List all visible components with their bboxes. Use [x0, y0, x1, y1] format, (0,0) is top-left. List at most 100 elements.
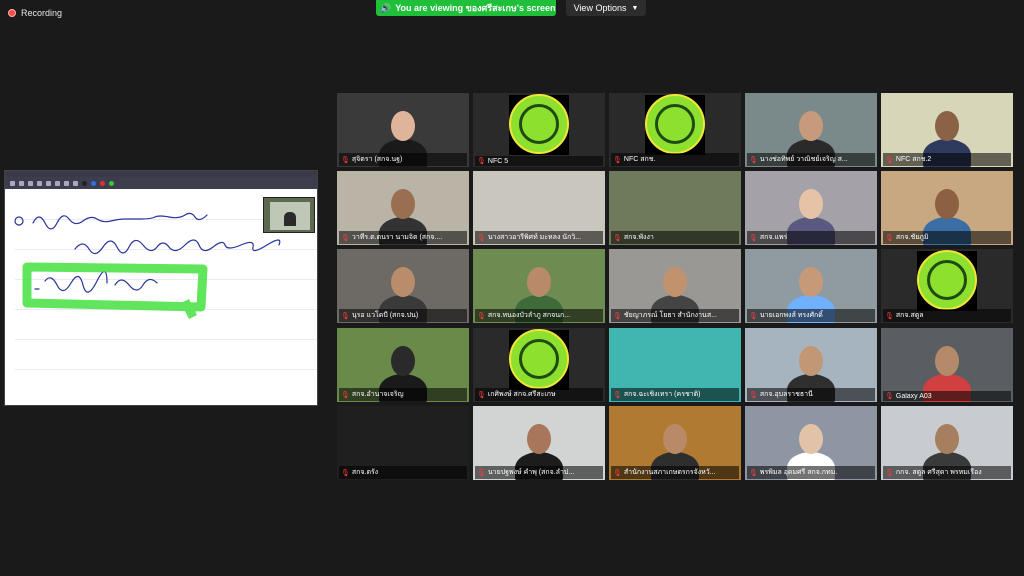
participant-tile[interactable]: 🎙 สกจ.ตรัง: [337, 406, 469, 480]
mic-muted-icon: 🎙: [749, 391, 758, 399]
participant-name: วาทีร.ต.ตนรา นามจิต (สกจ....: [351, 234, 443, 241]
participant-name: นางสาวอารีพิศท์ มะหลง นักวิ...: [487, 234, 582, 241]
highlighter-icon: [73, 180, 78, 186]
participant-name: สกจ.อุบลราชธานี: [759, 391, 813, 398]
profile-picture: [645, 93, 705, 155]
participant-name: กกจ. สตูล ศรีสุดา พรหมเรือง: [895, 469, 982, 476]
participant-tile[interactable]: 🎙 ชัยญาภรณ์ โยธา สำนักงานส...: [609, 249, 741, 323]
shared-screen[interactable]: [4, 170, 318, 406]
participant-name-label: 🎙 NFC 5: [475, 156, 603, 166]
participant-name: นุรอ แวโดบี (สกจ.ปน): [351, 312, 419, 319]
participant-face: [935, 424, 959, 454]
participant-name-label: 🎙 พรพิมล อุดมศรี สกจ.กทม.: [747, 466, 875, 479]
participant-tile[interactable]: 🎙 สกจ.ชัยภูมิ: [881, 171, 1013, 245]
participant-name-label: 🎙 สุจิตรา (สกจ.นฐ): [339, 153, 467, 166]
presenter-thumbnail: [263, 197, 315, 233]
participant-tile[interactable]: 🎙 สุจิตรา (สกจ.นฐ): [337, 93, 469, 167]
participant-tile[interactable]: 🎙 เกศิพงษ์ สกจ.ศรีสะเกษ: [473, 328, 605, 402]
mic-muted-icon: 🎙: [749, 234, 758, 242]
participant-name: ชัยญาภรณ์ โยธา สำนักงานส...: [623, 312, 717, 319]
pen-icon: [55, 180, 60, 186]
participant-tile[interactable]: 🎙 NFC สกช.: [609, 93, 741, 167]
participant-name-label: 🎙 นางช่อทิพย์ วาณิชย์เจริญ ส...: [747, 153, 875, 166]
participant-tile[interactable]: 🎙 นายเอกพงส์ ทรงศักดิ์: [745, 249, 877, 323]
participant-tile[interactable]: 🎙 นางสาวอารีพิศท์ มะหลง นักวิ...: [473, 171, 605, 245]
participant-name: สกจ.แพร่: [759, 234, 788, 241]
participant-tile[interactable]: 🎙 NFC 5: [473, 93, 605, 167]
mic-muted-icon: 🎙: [749, 156, 758, 164]
profile-picture: [917, 249, 977, 311]
speaker-icon: 🔊: [380, 2, 392, 13]
participant-face: [935, 189, 959, 219]
participant-face: [391, 267, 415, 297]
view-options-button[interactable]: View Options ▼: [566, 0, 646, 16]
farmers-council-logo-icon: [917, 249, 977, 310]
mic-muted-icon: 🎙: [613, 312, 622, 320]
participant-tile[interactable]: 🎙 นายปฐพงษ์ คำพุ (สกจ.ลำป...: [473, 406, 605, 480]
mic-muted-icon: 🎙: [477, 312, 486, 320]
participant-tile[interactable]: 🎙 สกจ.พังงา: [609, 171, 741, 245]
participant-name-label: 🎙 NFC สกช.: [611, 153, 739, 166]
participant-face: [527, 424, 551, 454]
participant-name: พรพิมล อุดมศรี สกจ.กทม.: [759, 469, 838, 476]
participant-name: นายเอกพงส์ ทรงศักดิ์: [759, 312, 823, 319]
participant-name-label: 🎙 นุรอ แวโดบี (สกจ.ปน): [339, 309, 467, 322]
color-blue-icon: [91, 180, 96, 186]
mic-muted-icon: 🎙: [477, 234, 486, 242]
eraser-icon: [64, 180, 69, 186]
share-icon: [46, 180, 51, 186]
mic-muted-icon: 🎙: [885, 234, 894, 242]
participant-tile[interactable]: 🎙 พรพิมล อุดมศรี สกจ.กทม.: [745, 406, 877, 480]
participant-tile[interactable]: 🎙 Galaxy A03: [881, 328, 1013, 402]
participant-name-label: 🎙 กกจ. สตูล ศรีสุดา พรหมเรือง: [883, 466, 1011, 479]
participant-face: [799, 346, 823, 376]
participant-face: [799, 424, 823, 454]
participant-name: สกจ.ฉะเชิงเทรา (ครชาติ): [623, 391, 701, 398]
participant-name: สำนักงานสภาเกษตรกรจังหวั...: [623, 469, 716, 476]
participant-tile[interactable]: 🎙 สำนักงานสภาเกษตรกรจังหวั...: [609, 406, 741, 480]
participant-name-label: 🎙 นายปฐพงษ์ คำพุ (สกจ.ลำป...: [475, 466, 603, 479]
mic-muted-icon: 🎙: [477, 391, 486, 399]
participant-name-label: 🎙 สำนักงานสภาเกษตรกรจังหวั...: [611, 466, 739, 479]
participant-tile[interactable]: 🎙 นุรอ แวโดบี (สกจ.ปน): [337, 249, 469, 323]
participant-face: [799, 267, 823, 297]
participant-name-label: 🎙 สกจ.สตูล: [883, 309, 1011, 322]
share-banner-text: You are viewing ของศรีสะเกษ's screen: [395, 3, 556, 13]
back-icon: [10, 180, 15, 186]
participant-face: [663, 424, 687, 454]
screen-share-banner: 🔊 You are viewing ของศรีสะเกษ's screen: [376, 0, 556, 16]
participant-name-label: 🎙 สกจ.ตรัง: [339, 466, 467, 479]
recording-label: Recording: [21, 8, 63, 18]
participant-tile[interactable]: 🎙 กกจ. สตูล ศรีสุดา พรหมเรือง: [881, 406, 1013, 480]
participant-name: NFC 5: [487, 157, 509, 165]
participant-tile[interactable]: 🎙 นางช่อทิพย์ วาณิชย์เจริญ ส...: [745, 93, 877, 167]
participant-tile[interactable]: 🎙 สกจ.อำนาจเจริญ: [337, 328, 469, 402]
participant-tile[interactable]: 🎙 สกจ.แพร่: [745, 171, 877, 245]
participant-name: เกศิพงษ์ สกจ.ศรีสะเกษ: [487, 391, 556, 398]
participant-name: สกจ.หนองบัวลำภู สกจนก...: [487, 312, 571, 319]
mic-muted-icon: 🎙: [477, 158, 486, 165]
zoom-meeting-window: Recording 🔊 You are viewing ของศรีสะเกษ'…: [0, 0, 1024, 576]
profile-picture: [509, 328, 569, 390]
mic-muted-icon: 🎙: [341, 312, 350, 320]
participant-name-label: 🎙 สกจ.พังงา: [611, 231, 739, 244]
participant-tile[interactable]: 🎙 NFC สกช.2: [881, 93, 1013, 167]
participant-tile[interactable]: 🎙 สกจ.หนองบัวลำภู สกจนก...: [473, 249, 605, 323]
mic-muted-icon: 🎙: [749, 312, 758, 320]
recording-indicator[interactable]: Recording: [8, 8, 62, 18]
participant-face: [799, 111, 823, 141]
participant-face: [391, 346, 415, 376]
participant-name: สกจ.ตรัง: [351, 469, 379, 476]
participant-name: นายปฐพงษ์ คำพุ (สกจ.ลำป...: [487, 469, 575, 476]
participant-name: NFC สกช.2: [895, 156, 932, 163]
participant-face: [935, 346, 959, 376]
mic-muted-icon: 🎙: [341, 234, 350, 242]
mic-muted-icon: 🎙: [613, 156, 622, 164]
participant-tile[interactable]: 🎙 สกจ.อุบลราชธานี: [745, 328, 877, 402]
participant-tile[interactable]: 🎙 สกจ.สตูล: [881, 249, 1013, 323]
color-red-icon: [100, 180, 105, 186]
participant-tile[interactable]: 🎙 วาทีร.ต.ตนรา นามจิต (สกจ....: [337, 171, 469, 245]
notes-app-toolbar: [5, 177, 317, 189]
record-icon: [8, 9, 16, 17]
participant-tile[interactable]: 🎙 สกจ.ฉะเชิงเทรา (ครชาติ): [609, 328, 741, 402]
